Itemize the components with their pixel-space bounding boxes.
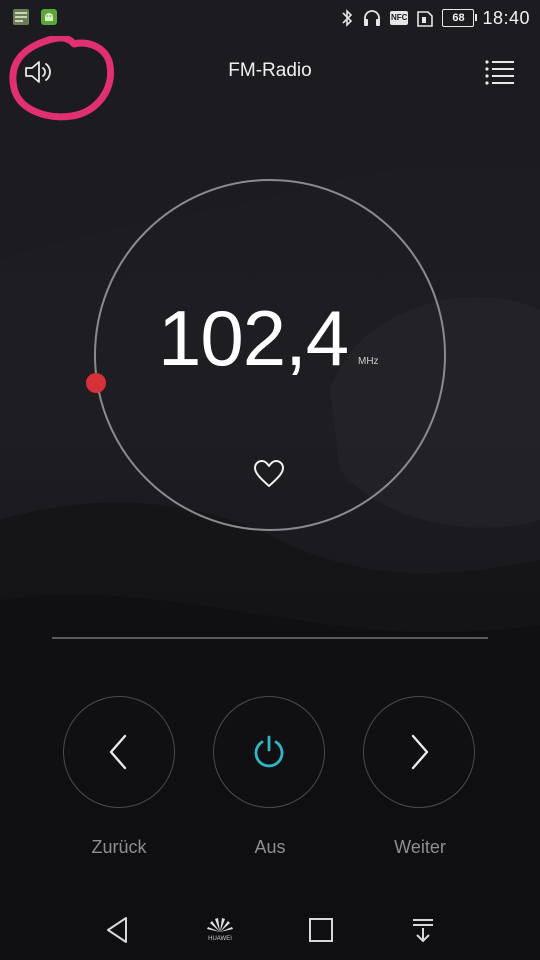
sim-icon: [417, 11, 434, 27]
back-button[interactable]: [102, 914, 134, 946]
headset-icon: [364, 10, 380, 26]
favorite-button[interactable]: [252, 458, 286, 490]
chevron-right-icon: [411, 734, 429, 770]
recents-button[interactable]: [305, 914, 337, 946]
divider: [52, 637, 488, 639]
huawei-logo: HUAWEI: [204, 916, 236, 948]
previous-label: Zurück: [91, 837, 147, 857]
notification-icons: [12, 8, 58, 26]
notification-pull-icon: [413, 919, 433, 943]
notification-android-icon: [41, 9, 57, 25]
power-label: Aus: [254, 837, 286, 857]
page-title: FM-Radio: [228, 60, 312, 81]
huawei-petals-icon: [207, 918, 233, 932]
power-icon: [254, 735, 284, 768]
heart-outline-icon: [254, 460, 284, 487]
back-triangle-icon: [107, 917, 127, 943]
frequency-display: 102,4: [158, 294, 349, 382]
notification-pull-button[interactable]: [407, 914, 439, 946]
recents-square-icon: [309, 918, 333, 942]
huawei-brand-text: HUAWEI: [208, 936, 232, 942]
menu-button[interactable]: [484, 58, 516, 86]
fm-radio-screen: NFC 68 18:40 FM-Radio 102,4 MHz Zurück A…: [0, 0, 540, 960]
system-status-icons: NFC 68 18:40: [340, 6, 530, 30]
menu-list-icon: [485, 60, 514, 85]
battery-icon: 68: [442, 9, 478, 27]
frequency-unit: MHz: [358, 356, 379, 367]
status-bar: NFC 68 18:40: [0, 0, 540, 36]
chevron-left-icon: [109, 734, 127, 770]
status-time: 18:40: [482, 7, 530, 28]
notification-app-icon: [13, 9, 29, 25]
previous-station-button[interactable]: [63, 696, 175, 808]
app-header: FM-Radio: [0, 36, 540, 121]
nfc-icon: NFC: [390, 11, 409, 25]
navigation-bar: HUAWEI: [0, 896, 540, 960]
next-label: Weiter: [394, 837, 446, 857]
next-station-button[interactable]: [363, 696, 475, 808]
battery-level: 68: [452, 12, 465, 24]
tuner-position-handle[interactable]: [86, 373, 106, 393]
bluetooth-icon: [342, 9, 353, 27]
power-button[interactable]: [213, 696, 325, 808]
